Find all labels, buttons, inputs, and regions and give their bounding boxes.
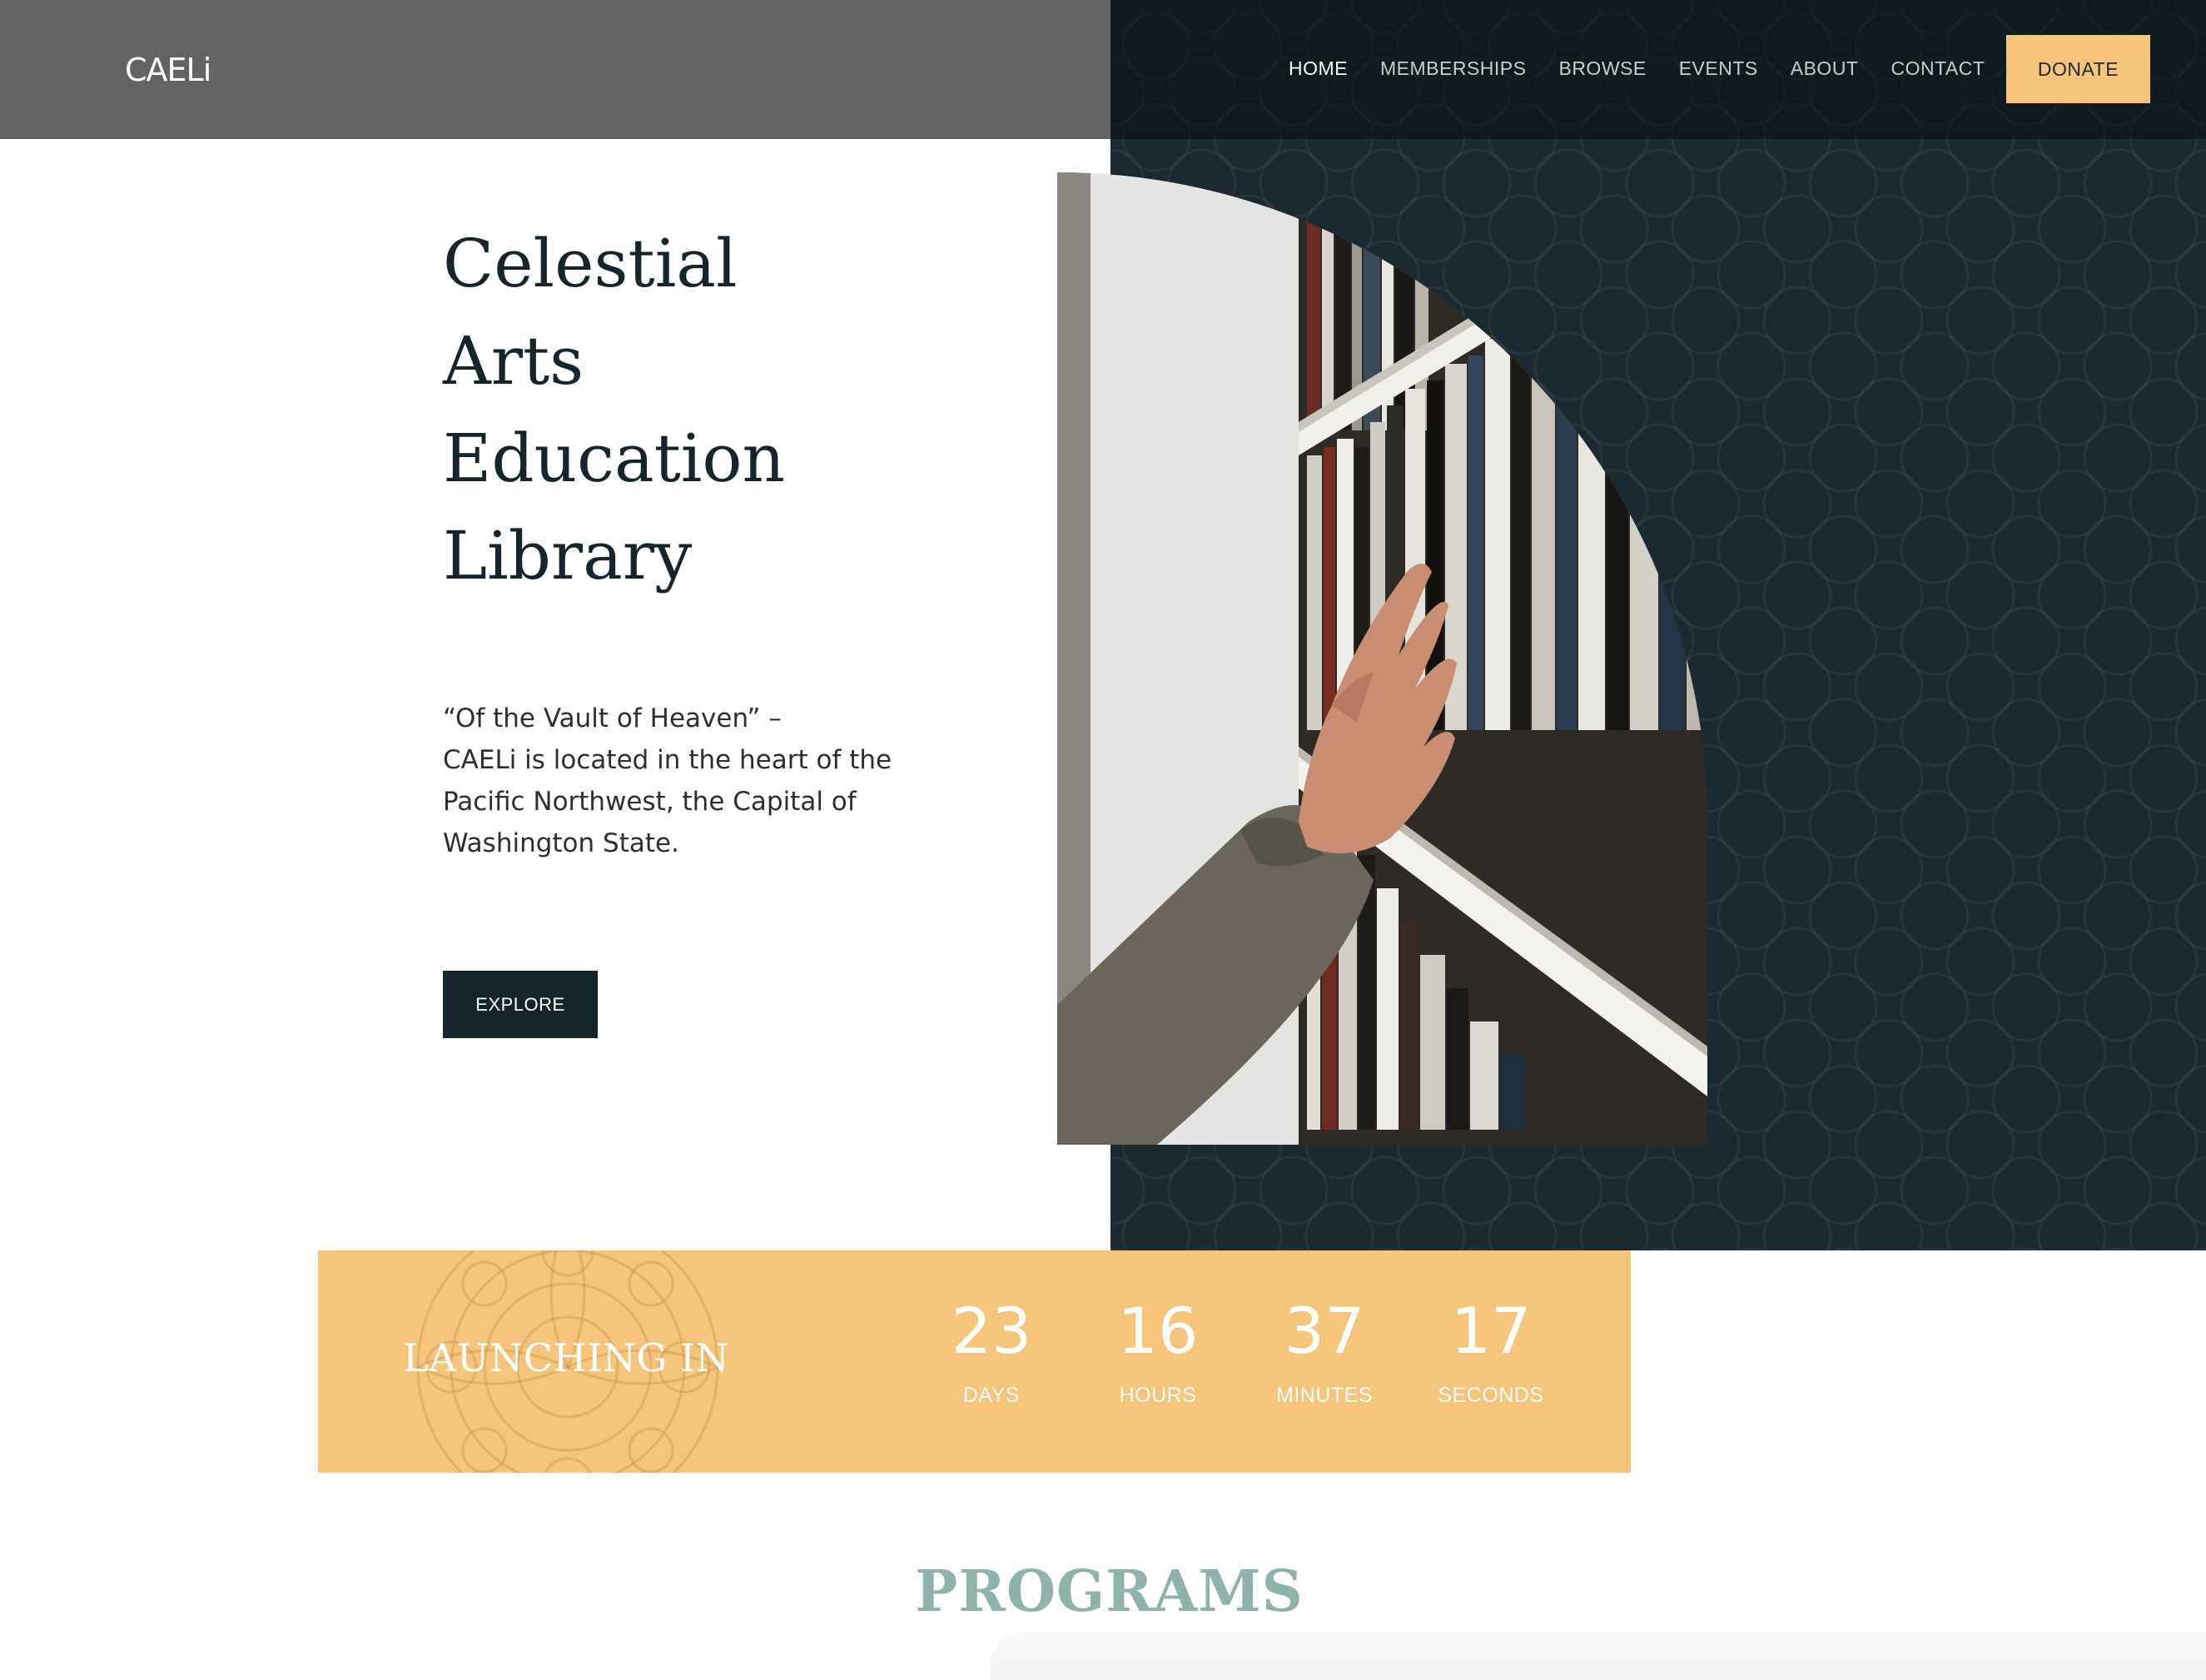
hero-title-line: Library xyxy=(443,517,693,594)
hero-title: Celestial Arts Education Library xyxy=(443,215,1026,604)
brand-name: CAELi xyxy=(125,52,211,88)
countdown-value: 16 xyxy=(1117,1294,1199,1368)
crescent-moon-icon xyxy=(68,47,113,92)
countdown-value: 17 xyxy=(1450,1294,1532,1368)
hero-description-line: Washington State. xyxy=(443,828,679,858)
programs-heading: PROGRAMS xyxy=(915,1558,1304,1625)
nav-contact[interactable]: CONTACT xyxy=(1891,57,1985,80)
nav-memberships[interactable]: MEMBERSHIPS xyxy=(1380,57,1526,80)
countdown-unit-label: HOURS xyxy=(1119,1384,1197,1407)
hero-title-line: Education xyxy=(443,420,786,497)
hero-description-line: “Of the Vault of Heaven” – xyxy=(443,703,782,733)
nav-about[interactable]: ABOUT xyxy=(1791,57,1859,80)
explore-button[interactable]: EXPLORE xyxy=(443,971,598,1038)
hero-description: “Of the Vault of Heaven” – CAELi is loca… xyxy=(443,698,959,864)
hero-description-line: Pacific Northwest, the Capital of xyxy=(443,787,857,817)
countdown-value: 23 xyxy=(951,1294,1032,1368)
countdown-minutes: 37 MINUTES xyxy=(1250,1294,1399,1408)
donate-button[interactable]: DONATE xyxy=(2006,35,2150,103)
site-logo[interactable]: CAELi xyxy=(68,43,211,97)
countdown-days: 23 DAYS xyxy=(917,1294,1066,1408)
countdown-value: 37 xyxy=(1284,1294,1365,1368)
countdown-unit-label: SECONDS xyxy=(1438,1384,1544,1407)
countdown-banner: LAUNCHING IN 23 DAYS 16 HOURS 37 MINUTES… xyxy=(318,1250,1631,1473)
hero-title-line: Arts xyxy=(443,322,584,400)
main-nav: HOME MEMBERSHIPS BROWSE EVENTS ABOUT CON… xyxy=(1289,50,2017,87)
countdown-seconds: 17 SECONDS xyxy=(1416,1294,1566,1408)
countdown-label: LAUNCHING IN xyxy=(403,1335,730,1380)
nav-events[interactable]: EVENTS xyxy=(1679,57,1758,80)
hero-title-line: Celestial xyxy=(443,225,738,302)
nav-browse[interactable]: BROWSE xyxy=(1558,57,1646,80)
countdown-unit-label: MINUTES xyxy=(1276,1384,1373,1407)
countdown-unit-label: DAYS xyxy=(962,1384,1021,1407)
countdown-hours: 16 HOURS xyxy=(1083,1294,1233,1408)
hero-description-line: CAELi is located in the heart of the xyxy=(443,745,892,775)
programs-card xyxy=(991,1632,2206,1680)
nav-home[interactable]: HOME xyxy=(1289,57,1348,80)
